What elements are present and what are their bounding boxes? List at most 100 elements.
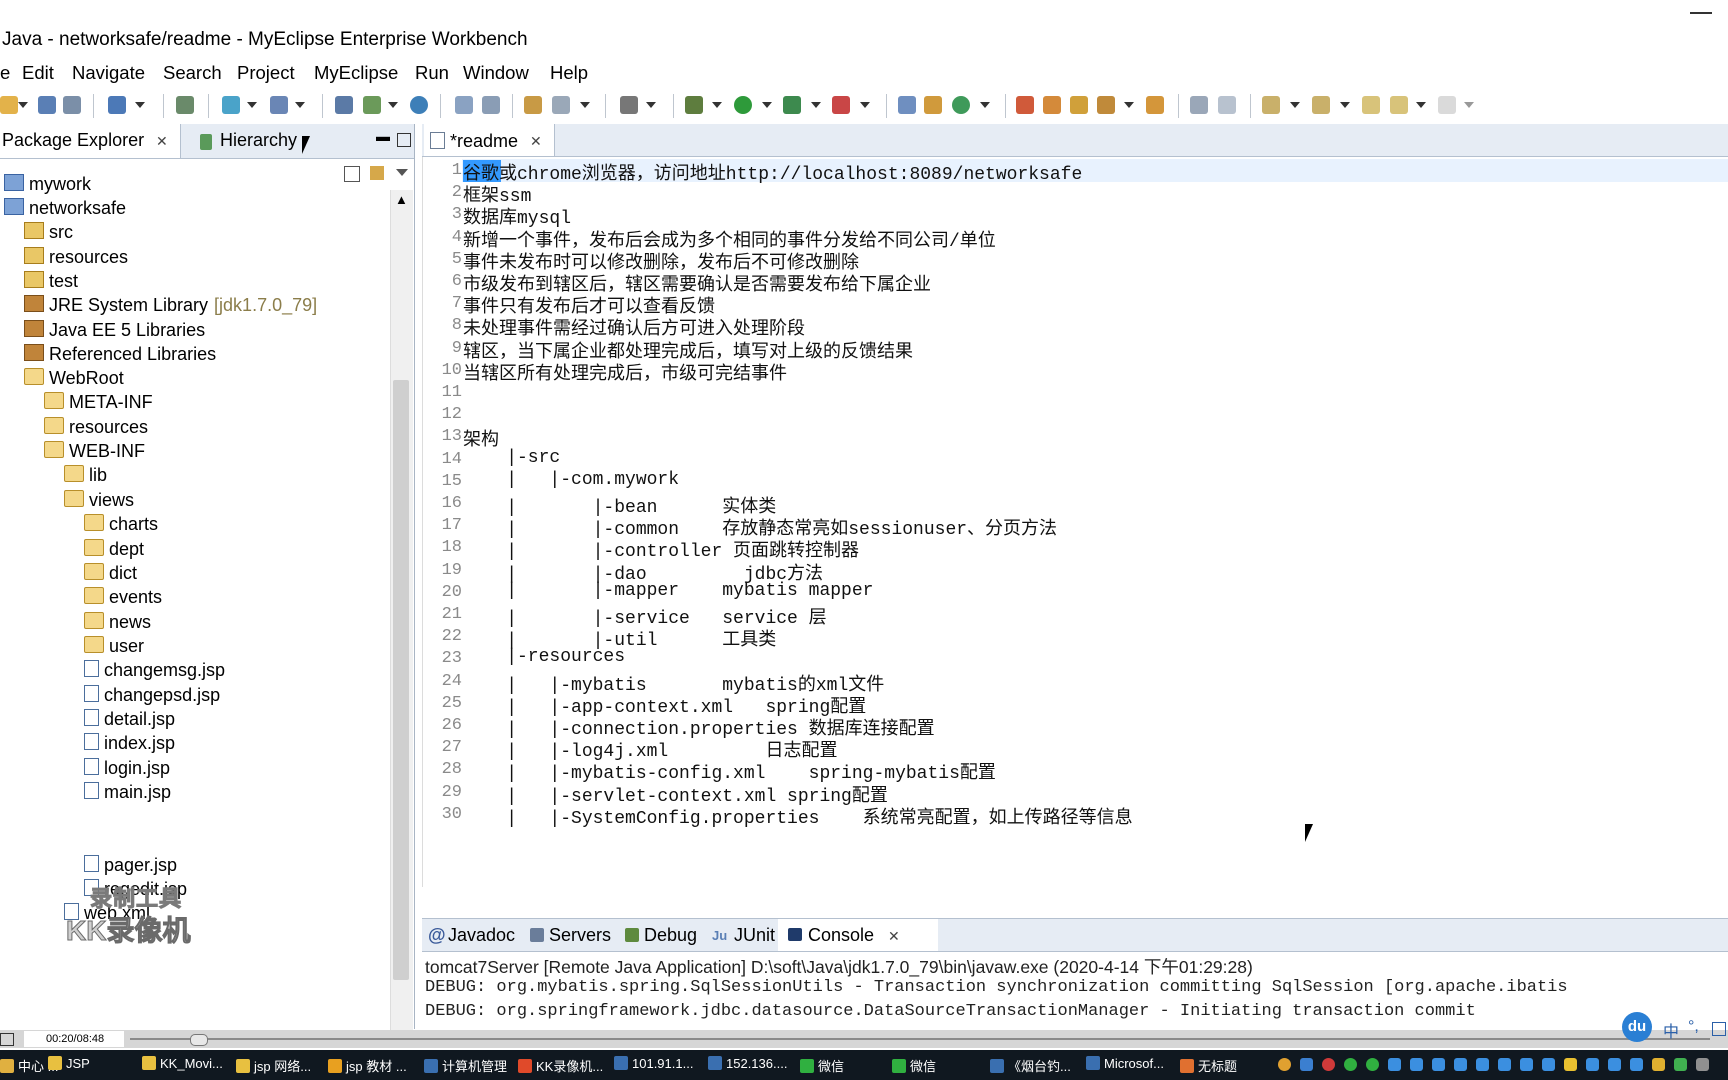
collapse-all-icon[interactable] bbox=[344, 166, 360, 182]
security-tray-icon[interactable] bbox=[1564, 1058, 1577, 1071]
previous-annotation-icon[interactable] bbox=[1312, 96, 1330, 114]
taskbar-item[interactable]: 152.136.... bbox=[708, 1056, 787, 1071]
server-icon[interactable] bbox=[176, 96, 194, 114]
explorer-scrollbar[interactable]: ▲ bbox=[390, 190, 413, 1030]
tree-item[interactable]: WebRoot bbox=[24, 368, 124, 389]
tray-app-icon[interactable] bbox=[1498, 1058, 1511, 1071]
tab-hierarchy[interactable]: Hierarchy bbox=[220, 130, 297, 151]
last-edit-icon[interactable] bbox=[1362, 96, 1380, 114]
deploy-dropdown-icon[interactable] bbox=[247, 102, 257, 108]
new-item-dropdown-icon[interactable] bbox=[980, 102, 990, 108]
tools-icon[interactable] bbox=[552, 96, 570, 114]
search-icon[interactable] bbox=[1278, 1058, 1291, 1071]
tree-item[interactable]: login.jsp bbox=[84, 758, 170, 779]
taskbar-item[interactable]: 《烟台钓... bbox=[990, 1056, 1071, 1075]
refresh-icon[interactable] bbox=[482, 96, 500, 114]
camera-dropdown-icon[interactable] bbox=[646, 102, 656, 108]
tree-item[interactable]: news bbox=[84, 612, 151, 633]
next-annotation-dropdown-icon[interactable] bbox=[1290, 102, 1300, 108]
open-task-icon[interactable] bbox=[1146, 96, 1164, 114]
editor-text[interactable]: 1 谷歌或chrome浏览器，访问地址http://localhost:8089/… bbox=[422, 157, 1728, 892]
close-icon[interactable]: ✕ bbox=[156, 133, 168, 150]
tray-app-icon[interactable] bbox=[1476, 1058, 1489, 1071]
tree-item[interactable]: META-INF bbox=[44, 392, 153, 413]
camera-icon[interactable] bbox=[620, 96, 638, 114]
tray-app-icon[interactable] bbox=[1322, 1058, 1335, 1071]
tree-item[interactable]: charts bbox=[84, 514, 158, 535]
taskbar-item[interactable]: Microsof... bbox=[1086, 1056, 1164, 1071]
table-icon[interactable] bbox=[524, 96, 542, 114]
tray-app-icon[interactable] bbox=[1630, 1058, 1643, 1071]
tab-servers[interactable]: Servers bbox=[549, 925, 611, 946]
task-icon-3[interactable] bbox=[1070, 96, 1088, 114]
run-server-icon[interactable] bbox=[270, 96, 288, 114]
open-perspective-icon[interactable] bbox=[335, 96, 353, 114]
menu-file[interactable]: e bbox=[0, 62, 10, 84]
tree-item[interactable]: user bbox=[84, 636, 144, 657]
search-tool-icon[interactable] bbox=[1097, 96, 1115, 114]
tree-item[interactable]: dept bbox=[84, 539, 144, 560]
recorder-progress-bar[interactable]: 00:20/08:48 du 中 °, bbox=[0, 1012, 1728, 1048]
globe-icon[interactable] bbox=[410, 96, 428, 114]
menu-edit[interactable]: Edit bbox=[22, 62, 54, 84]
taskbar-item[interactable]: 微信 bbox=[800, 1056, 844, 1075]
tray-app-icon[interactable] bbox=[1652, 1058, 1665, 1071]
menu-run[interactable]: Run bbox=[415, 62, 449, 84]
run-external-dropdown-icon[interactable] bbox=[811, 102, 821, 108]
taskbar-item[interactable]: jsp 教材 ... bbox=[328, 1056, 407, 1075]
tray-app-icon[interactable] bbox=[1300, 1058, 1313, 1071]
back-dropdown-icon[interactable] bbox=[1416, 102, 1426, 108]
maximize-view-icon[interactable] bbox=[397, 133, 411, 147]
tree-item[interactable]: detail.jsp bbox=[84, 709, 175, 730]
tree-item[interactable]: dict bbox=[84, 563, 137, 584]
forward-icon[interactable] bbox=[1438, 96, 1456, 114]
new-dropdown-icon[interactable] bbox=[18, 102, 28, 108]
print-icon[interactable] bbox=[63, 96, 81, 114]
baidu-ime-icon[interactable]: du bbox=[1622, 1012, 1652, 1042]
tree-item[interactable]: views bbox=[64, 490, 134, 511]
ime-softkbd-icon[interactable] bbox=[1712, 1022, 1726, 1036]
ime-mode-label[interactable]: 中 bbox=[1663, 1018, 1679, 1042]
show-whitespace-icon[interactable] bbox=[1218, 96, 1236, 114]
taskbar-item[interactable]: 无标题 bbox=[1180, 1056, 1237, 1075]
open-file-icon[interactable] bbox=[455, 96, 473, 114]
stop-icon[interactable] bbox=[832, 96, 850, 114]
minimize-view-icon[interactable]: ▬ bbox=[376, 128, 390, 144]
new-class-icon[interactable] bbox=[924, 96, 942, 114]
menu-help[interactable]: Help bbox=[550, 62, 588, 84]
debug-icon[interactable] bbox=[685, 96, 703, 114]
tray-app-icon[interactable] bbox=[1388, 1058, 1401, 1071]
tree-item[interactable]: pager.jsp bbox=[84, 855, 177, 876]
code-line[interactable]: 当辖区所有处理完成后，市级可完结事件 bbox=[463, 359, 787, 385]
ime-punct-icon[interactable]: °, bbox=[1688, 1018, 1699, 1036]
tree-item[interactable]: main.jsp bbox=[84, 782, 171, 803]
taskbar-item[interactable]: 计算机管理 bbox=[424, 1056, 507, 1075]
tray-app-icon[interactable] bbox=[1520, 1058, 1533, 1071]
open-type-dropdown-icon[interactable] bbox=[135, 102, 145, 108]
taskbar-item[interactable]: KK录像机... bbox=[518, 1056, 603, 1075]
tree-item[interactable]: resources bbox=[24, 247, 128, 268]
tray-app-icon[interactable] bbox=[1432, 1058, 1445, 1071]
web-dropdown-icon[interactable] bbox=[388, 102, 398, 108]
tree-item[interactable]: networksafe bbox=[4, 198, 126, 219]
view-menu-icon[interactable] bbox=[396, 169, 408, 176]
back-icon[interactable] bbox=[1390, 96, 1408, 114]
tray-app-icon[interactable] bbox=[1674, 1058, 1687, 1071]
wechat-tray-icon[interactable] bbox=[1344, 1058, 1357, 1071]
tree-item[interactable]: resources bbox=[44, 417, 148, 438]
tree-item[interactable]: JRE System Library [jdk1.7.0_79] bbox=[24, 295, 317, 316]
tab-junit[interactable]: JUnit bbox=[734, 925, 775, 946]
menu-myeclipse[interactable]: MyEclipse bbox=[314, 62, 398, 84]
tree-item[interactable]: index.jsp bbox=[84, 733, 175, 754]
close-icon[interactable]: ✕ bbox=[888, 928, 900, 945]
taskbar-item[interactable]: KK_Movi... bbox=[142, 1056, 223, 1071]
run-external-icon[interactable] bbox=[783, 96, 801, 114]
tree-item[interactable]: events bbox=[84, 587, 162, 608]
open-type-icon[interactable] bbox=[108, 96, 126, 114]
run-dropdown-icon[interactable] bbox=[762, 102, 772, 108]
tree-item[interactable]: changepsd.jsp bbox=[84, 685, 220, 706]
menu-navigate[interactable]: Navigate bbox=[72, 62, 145, 84]
recorder-seek-handle[interactable] bbox=[190, 1034, 208, 1046]
menu-window[interactable]: Window bbox=[463, 62, 529, 84]
code-line[interactable]: 谷歌或chrome浏览器，访问地址http://localhost:8089/n… bbox=[463, 159, 1082, 185]
